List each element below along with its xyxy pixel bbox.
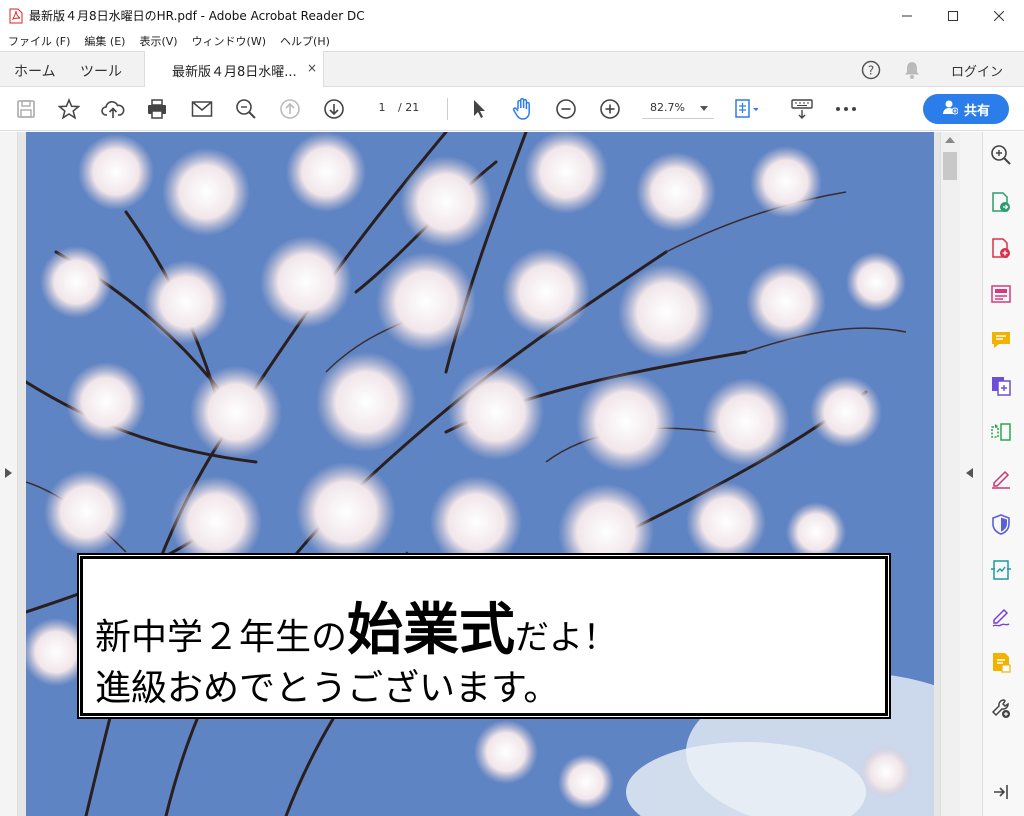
more-options-icon[interactable] <box>834 97 858 121</box>
enhance-scan-icon[interactable] <box>989 143 1013 167</box>
banner-line-1-start: 新中学２年生の <box>95 617 348 658</box>
request-signature-icon[interactable] <box>989 604 1013 628</box>
stamp-comment-icon[interactable] <box>989 650 1013 674</box>
fill-sign-icon[interactable] <box>989 466 1013 490</box>
select-cursor-icon[interactable] <box>467 97 491 121</box>
vertical-scrollbar[interactable] <box>940 132 960 816</box>
share-user-icon <box>942 99 959 119</box>
page-number-input[interactable]: 1 <box>368 97 396 119</box>
more-tools-wrench-icon[interactable] <box>989 696 1013 720</box>
comment-icon[interactable] <box>989 328 1013 352</box>
upload-cloud-icon[interactable] <box>101 97 125 121</box>
maximize-button[interactable] <box>930 0 976 31</box>
email-icon[interactable] <box>190 97 214 121</box>
edit-pdf-icon[interactable] <box>989 282 1013 306</box>
share-button-label: 共有 <box>963 103 990 119</box>
menu-bar: ファイル (F) 編集 (E) 表示(V) ウィンドウ(W) ヘルプ(H) <box>0 31 1024 51</box>
help-icon[interactable]: ? <box>861 60 881 84</box>
toolbar-divider <box>447 98 448 120</box>
login-link[interactable]: ログイン <box>951 61 1003 80</box>
zoom-caret-icon[interactable] <box>700 106 708 112</box>
bookmark-star-icon[interactable] <box>57 97 81 121</box>
combine-files-icon[interactable] <box>989 374 1013 398</box>
tab-tools[interactable]: ツール <box>80 61 122 81</box>
tab-document[interactable]: 最新版４月8日水曜... × <box>144 51 324 88</box>
share-button[interactable]: 共有 <box>923 94 1009 124</box>
save-icon[interactable] <box>14 97 38 121</box>
banner-line-2: 進級おめでとうございます。 <box>95 668 560 709</box>
scroll-up-arrow-icon[interactable] <box>945 136 955 144</box>
keyboard-read-icon[interactable] <box>790 97 814 121</box>
banner-line-1-emphasis: 始業式 <box>347 598 516 663</box>
menu-edit[interactable]: 編集 (E) <box>84 33 125 49</box>
notification-bell-icon[interactable] <box>902 60 922 84</box>
menu-view[interactable]: 表示(V) <box>139 33 177 49</box>
menu-help[interactable]: ヘルプ(H) <box>280 33 330 49</box>
next-page-icon[interactable] <box>322 97 346 121</box>
scrollbar-thumb[interactable] <box>943 152 957 180</box>
organize-pages-icon[interactable] <box>989 420 1013 444</box>
title-bar: 最新版４月8日水曜日のHR.pdf - Adobe Acrobat Reader… <box>0 0 1024 31</box>
export-pdf-icon[interactable] <box>989 190 1013 214</box>
collapse-right-panel-icon[interactable] <box>965 468 973 478</box>
collapse-tools-pane-icon[interactable] <box>989 780 1013 804</box>
banner-line-1-end: だよ！ <box>515 618 618 658</box>
search-zoom-icon[interactable] <box>234 97 258 121</box>
pdf-file-icon <box>9 8 23 24</box>
zoom-out-icon[interactable] <box>554 97 578 121</box>
hand-tool-icon[interactable] <box>510 97 534 121</box>
toolbar: 1 / 21 82.7% 共有 <box>0 87 1024 131</box>
tab-document-label: 最新版４月8日水曜... <box>172 65 297 80</box>
pdf-page[interactable]: 新中学２年生の始業式だよ！ 進級おめでとうございます。 <box>26 132 934 816</box>
window-title: 最新版４月8日水曜日のHR.pdf - Adobe Acrobat Reader… <box>29 9 365 23</box>
print-icon[interactable] <box>145 97 169 121</box>
greeting-banner: 新中学２年生の始業式だよ！ 進級おめでとうございます。 <box>80 556 888 716</box>
tab-close-button[interactable]: × <box>307 61 317 75</box>
minimize-button[interactable] <box>884 0 930 31</box>
svg-text:?: ? <box>868 64 874 78</box>
create-pdf-icon[interactable] <box>989 236 1013 260</box>
menu-file[interactable]: ファイル (F) <box>8 33 70 49</box>
send-for-review-icon[interactable] <box>989 558 1013 582</box>
zoom-in-icon[interactable] <box>598 97 622 121</box>
tab-bar: ホーム ツール 最新版４月8日水曜... × ? ログイン <box>0 51 1024 88</box>
protect-shield-icon[interactable] <box>989 512 1013 536</box>
close-window-button[interactable] <box>976 0 1022 31</box>
expand-left-panel-icon[interactable] <box>5 468 13 478</box>
page-fit-icon[interactable] <box>734 97 758 121</box>
banner-line-1: 新中学２年生の始業式だよ！ <box>95 585 617 666</box>
previous-page-icon[interactable] <box>278 97 302 121</box>
tab-home[interactable]: ホーム <box>14 61 56 81</box>
menu-window[interactable]: ウィンドウ(W) <box>192 33 266 49</box>
page-total: / 21 <box>398 101 420 114</box>
